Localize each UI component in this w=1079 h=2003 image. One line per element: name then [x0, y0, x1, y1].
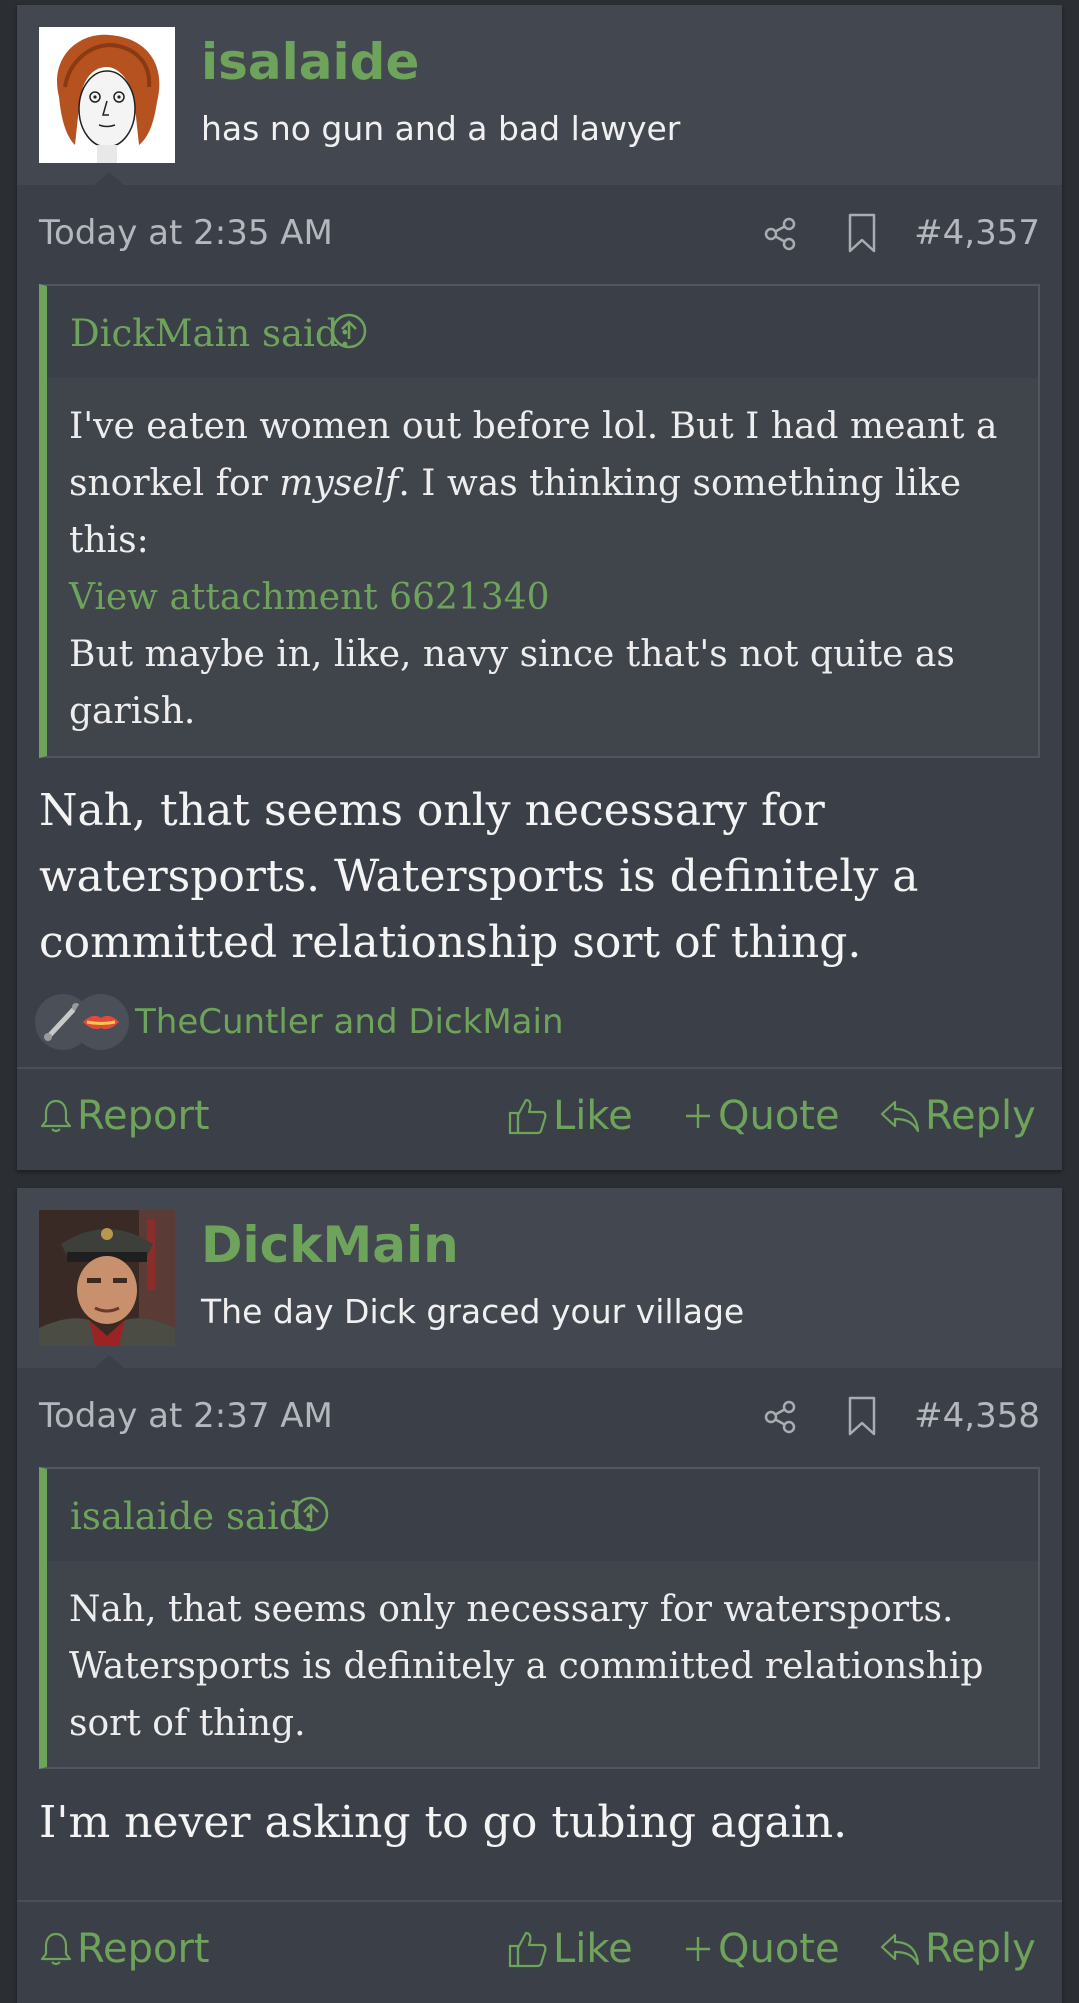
- quote-text: Nah, that seems only necessary for water…: [69, 1589, 984, 1744]
- reply-button[interactable]: Reply: [879, 1093, 1036, 1139]
- post-number[interactable]: #4,358: [914, 1396, 1040, 1436]
- reactions-bar[interactable]: TheCuntler and DickMain: [35, 994, 935, 1050]
- bookmark-icon[interactable]: [847, 1396, 877, 1436]
- post-number[interactable]: #4,357: [914, 213, 1040, 253]
- post-header: DickMain The day Dick graced your villag…: [17, 1188, 1062, 1369]
- arrow-up-circle-icon[interactable]: [292, 1495, 330, 1533]
- plus-icon: [686, 1937, 710, 1961]
- post-header: isalaide has no gun and a bad lawyer: [17, 5, 1062, 186]
- reply-arrow-icon: [880, 1100, 920, 1133]
- bell-icon: [40, 1099, 72, 1133]
- like-button[interactable]: Like: [507, 1093, 633, 1139]
- share-icon[interactable]: [762, 1399, 798, 1435]
- author-name[interactable]: isalaide: [201, 33, 419, 91]
- bell-icon: [40, 1932, 72, 1966]
- quote-author[interactable]: isalaide said:: [70, 1495, 315, 1538]
- like-label: Like: [553, 1093, 633, 1139]
- reply-label: Reply: [925, 1093, 1036, 1139]
- bookmark-icon[interactable]: [847, 213, 877, 253]
- quote-header: isalaide said:: [47, 1469, 1038, 1561]
- user-title: has no gun and a bad lawyer: [201, 109, 681, 148]
- quote-button[interactable]: Quote: [682, 1926, 840, 1972]
- like-button[interactable]: Like: [507, 1926, 633, 1972]
- author-name[interactable]: DickMain: [201, 1216, 459, 1274]
- quote-text-italic: myself: [279, 463, 399, 504]
- user-title: The day Dick graced your village: [201, 1292, 745, 1331]
- reaction-names[interactable]: TheCuntler and DickMain: [135, 1002, 564, 1042]
- arrow-up-circle-icon[interactable]: [330, 312, 368, 350]
- report-label: Report: [77, 1093, 210, 1139]
- reply-label: Reply: [925, 1926, 1036, 1972]
- reply-button[interactable]: Reply: [879, 1926, 1036, 1972]
- post-date[interactable]: Today at 2:37 AM: [39, 1396, 333, 1436]
- report-button[interactable]: Report: [39, 1926, 210, 1972]
- quote-block: DickMain said: I've eaten women out befo…: [39, 284, 1040, 758]
- quote-body: Nah, that seems only necessary for water…: [47, 1561, 1038, 1776]
- post-actions: Report Like Quote Reply: [17, 1900, 1062, 2002]
- thumbs-up-icon: [508, 1931, 547, 1968]
- thumbs-up-icon: [508, 1098, 547, 1135]
- avatar[interactable]: [39, 1210, 175, 1346]
- post-meta: Today at 2:37 AM #4,358: [17, 1368, 1062, 1466]
- post-meta: Today at 2:35 AM #4,357: [17, 185, 1062, 283]
- quote-button[interactable]: Quote: [682, 1093, 840, 1139]
- message-body: Nah, that seems only necessary for water…: [39, 785, 919, 968]
- lips-reaction-icon: [73, 994, 129, 1050]
- message-body: I'm never asking to go tubing again.: [39, 1797, 848, 1848]
- quote-text: But maybe in, like, navy since that's no…: [69, 634, 955, 732]
- header-notch: [93, 172, 125, 186]
- attachment-link[interactable]: View attachment 6621340: [69, 577, 550, 618]
- quote-body: I've eaten women out before lol. But I h…: [47, 378, 1038, 764]
- post-4358: DickMain The day Dick graced your villag…: [17, 1188, 1062, 2003]
- report-label: Report: [77, 1926, 210, 1972]
- reply-arrow-icon: [880, 1933, 920, 1966]
- post-date[interactable]: Today at 2:35 AM: [39, 213, 333, 253]
- report-button[interactable]: Report: [39, 1093, 210, 1139]
- avatar[interactable]: [39, 27, 175, 163]
- header-notch: [93, 1355, 125, 1369]
- quote-block: isalaide said: Nah, that seems only nece…: [39, 1467, 1040, 1769]
- post-4357: isalaide has no gun and a bad lawyer Tod…: [17, 5, 1062, 1170]
- quote-header: DickMain said:: [47, 286, 1038, 378]
- share-icon[interactable]: [762, 216, 798, 252]
- post-actions: Report Like Quote Reply: [17, 1067, 1062, 1169]
- plus-icon: [686, 1104, 710, 1128]
- like-label: Like: [553, 1926, 633, 1972]
- quote-label: Quote: [718, 1093, 840, 1139]
- quote-label: Quote: [718, 1926, 840, 1972]
- quote-author[interactable]: DickMain said:: [70, 312, 351, 355]
